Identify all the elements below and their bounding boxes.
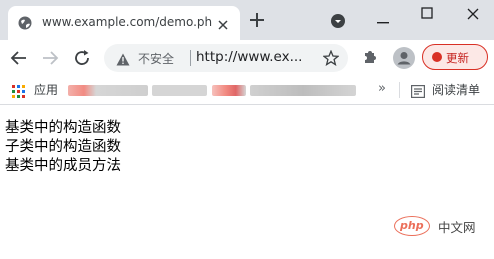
output-line: 基类中的构造函数 (5, 120, 121, 136)
warning-triangle-icon[interactable] (116, 51, 130, 70)
security-status-label[interactable]: 不安全 (138, 50, 174, 67)
globe-icon (18, 15, 32, 34)
blurred-bookmark[interactable] (212, 85, 246, 96)
update-indicator-icon (432, 52, 442, 62)
reload-icon[interactable] (73, 49, 91, 71)
reading-list-icon[interactable] (411, 83, 426, 102)
page-content: 基类中的构造函数 子类中的构造函数 基类中的成员方法 (5, 119, 121, 176)
output-line: 子类中的构造函数 (5, 139, 121, 155)
apps-grid-icon[interactable] (12, 83, 25, 102)
profile-avatar[interactable] (393, 47, 415, 69)
browser-toolbar: 不安全 http://www.ex... 更新 (0, 40, 494, 76)
more-bookmarks-chevron-icon[interactable]: » (378, 81, 386, 96)
watermark-site-text: 中文网 (438, 220, 476, 235)
blurred-bookmark[interactable] (152, 85, 207, 96)
tab-strip: www.example.com/demo.php (0, 0, 494, 40)
apps-shortcut-label[interactable]: 应用 (34, 81, 58, 98)
new-tab-plus-icon[interactable] (249, 12, 265, 32)
bookmarks-bar: 应用 » 阅读清单 (0, 76, 494, 105)
close-tab-icon[interactable] (217, 16, 229, 35)
maximize-icon[interactable] (421, 4, 433, 23)
blurred-bookmark[interactable] (68, 85, 148, 96)
output-line: 基类中的成员方法 (5, 158, 121, 174)
bookmark-star-icon[interactable] (322, 49, 340, 70)
active-tab[interactable]: www.example.com/demo.php (8, 6, 240, 40)
omnibox-divider (190, 50, 191, 66)
tab-search-icon[interactable] (331, 13, 345, 32)
back-arrow-icon[interactable] (10, 49, 28, 71)
bookmarks-divider (399, 82, 400, 98)
forward-arrow-icon[interactable] (41, 49, 59, 71)
address-bar[interactable]: 不安全 http://www.ex... (104, 44, 348, 72)
blurred-bookmark[interactable] (250, 85, 356, 96)
php-logo: php (394, 216, 430, 236)
reading-list-label[interactable]: 阅读清单 (432, 81, 480, 98)
update-button-label: 更新 (446, 51, 469, 65)
url-text[interactable]: http://www.ex... (196, 49, 302, 65)
update-button[interactable]: 更新 (422, 44, 488, 70)
minimize-icon[interactable] (377, 9, 389, 28)
window-close-icon[interactable] (467, 5, 479, 24)
tab-title: www.example.com/demo.php (42, 15, 212, 29)
php-logo-text: php (400, 219, 424, 232)
extensions-puzzle-icon[interactable] (362, 49, 378, 69)
